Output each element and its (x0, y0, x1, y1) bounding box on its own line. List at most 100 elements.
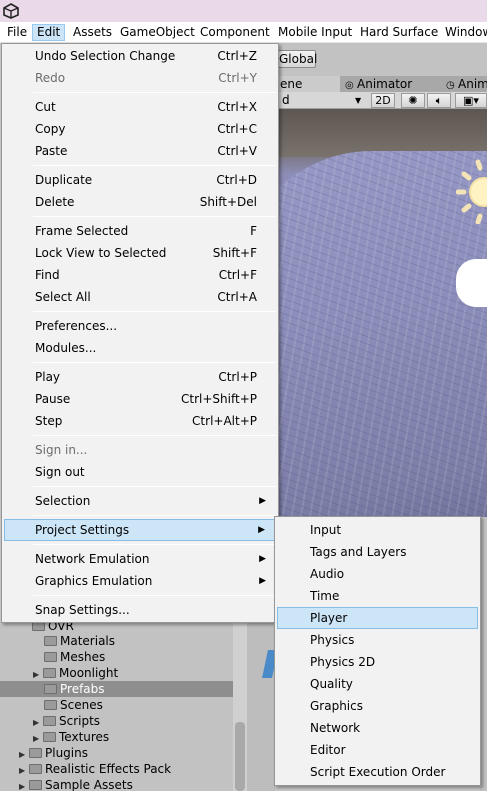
menu-item-cut[interactable]: Cut Ctrl+X (4, 96, 276, 118)
menu-gameobject[interactable]: GameObject (116, 24, 199, 41)
audio-toggle-icon[interactable]: 🔈︎ (427, 93, 451, 108)
submenu-item-player[interactable]: Player (277, 607, 478, 629)
lighting-toggle-icon[interactable]: ✺ (401, 93, 425, 108)
expand-arrow-icon[interactable]: ▶ (19, 779, 29, 791)
menu-item-duplicate[interactable]: Duplicate Ctrl+D (4, 169, 276, 191)
menu-item-redo: Redo Ctrl+Y (4, 67, 276, 89)
menu-item-selection[interactable]: Selection ▶ (4, 490, 276, 512)
submenu-item-editor[interactable]: Editor (277, 739, 478, 761)
scrollbar-thumb[interactable] (235, 722, 245, 791)
menu-hard-surface[interactable]: Hard Surface (356, 24, 442, 41)
project-settings-submenu: Input Tags and Layers Audio Time Player … (274, 516, 481, 786)
tab-animator[interactable]: ◎ Animator (345, 76, 412, 92)
menu-item-copy[interactable]: Copy Ctrl+C (4, 118, 276, 140)
menu-item-label: Undo Selection Change (35, 49, 176, 63)
menu-item-find[interactable]: Find Ctrl+F (4, 264, 276, 286)
submenu-item-physics-2d[interactable]: Physics 2D (277, 651, 478, 673)
menu-bar: File Edit Assets GameObject Component Mo… (0, 22, 487, 43)
tree-row-prefabs[interactable]: Prefabs (0, 681, 233, 697)
tree-row-textures[interactable]: ▶ Textures (33, 729, 109, 745)
menu-item-delete[interactable]: Delete Shift+Del (4, 191, 276, 213)
menu-item-play[interactable]: Play Ctrl+P (4, 366, 276, 388)
submenu-item-physics[interactable]: Physics (277, 629, 478, 651)
menu-item-label: Redo (35, 71, 66, 85)
menu-item-label: Duplicate (35, 173, 93, 187)
shading-mode-dropdown[interactable]: d (282, 93, 290, 108)
tree-row-label: Scripts (59, 714, 101, 728)
tree-row-moonlight[interactable]: ▶ Moonlight (33, 665, 118, 681)
tree-row-plugins[interactable]: ▶ Plugins (19, 745, 88, 761)
tree-row-label: Realistic Effects Pack (45, 762, 172, 776)
menu-item-label: Network Emulation (35, 552, 150, 566)
folder-icon (44, 652, 57, 662)
2d-toggle-button[interactable]: 2D (371, 93, 395, 108)
menu-item-label: Select All (35, 290, 91, 304)
menu-assets[interactable]: Assets (69, 24, 116, 41)
submenu-item-tags-and-layers[interactable]: Tags and Layers (277, 541, 478, 563)
tab-scene[interactable]: ene (278, 76, 340, 92)
menu-component[interactable]: Component (196, 24, 274, 41)
tab-animation[interactable]: ◷ Anim (446, 76, 487, 92)
menu-item-snap-settings[interactable]: Snap Settings... (4, 599, 276, 621)
menu-item-frame-selected[interactable]: Frame Selected F (4, 220, 276, 242)
tree-row-label: Prefabs (60, 682, 105, 696)
folder-icon (44, 636, 57, 646)
menu-item-shortcut: Ctrl+Shift+P (181, 392, 257, 406)
menu-item-shortcut: Ctrl+C (217, 122, 257, 136)
menu-item-project-settings[interactable]: Project Settings ▶ (4, 519, 276, 541)
tree-row-sample-assets[interactable]: ▶ Sample Assets (19, 777, 133, 791)
menu-item-pause[interactable]: Pause Ctrl+Shift+P (4, 388, 276, 410)
tree-row-label: Plugins (45, 746, 88, 760)
tree-row-realistic-effects-pack[interactable]: ▶ Realistic Effects Pack (19, 761, 171, 777)
menu-item-label: Play (35, 370, 61, 384)
tree-row-scenes[interactable]: Scenes (44, 697, 103, 713)
menu-item-shortcut: Ctrl+A (217, 290, 257, 304)
menu-item-network-emulation[interactable]: Network Emulation ▶ (4, 548, 276, 570)
menu-item-lock-view[interactable]: Lock View to Selected Shift+F (4, 242, 276, 264)
tree-row-materials[interactable]: Materials (44, 633, 115, 649)
submenu-item-input[interactable]: Input (277, 519, 478, 541)
menu-item-sign-out[interactable]: Sign out (4, 461, 276, 483)
submenu-item-audio[interactable]: Audio (277, 563, 478, 585)
menu-item-shortcut: Ctrl+X (217, 100, 257, 114)
menu-separator (33, 544, 276, 545)
menu-mobile-input[interactable]: Mobile Input (274, 24, 356, 41)
directional-light-gizmo-icon (456, 159, 487, 224)
global-toggle-button[interactable]: Global (278, 50, 317, 68)
menu-item-preferences[interactable]: Preferences... (4, 315, 276, 337)
menu-item-label: Input (310, 523, 342, 537)
menu-item-label: Sign in... (35, 443, 88, 457)
menu-item-label: Tags and Layers (310, 545, 407, 559)
menu-item-label: Network (310, 721, 361, 735)
submenu-item-graphics[interactable]: Graphics (277, 695, 478, 717)
menu-separator (33, 92, 276, 93)
panel-edge (480, 517, 487, 791)
menu-item-label: Quality (310, 677, 353, 691)
submenu-item-script-execution-order[interactable]: Script Execution Order (277, 761, 478, 783)
submenu-item-quality[interactable]: Quality (277, 673, 478, 695)
menu-item-label: Lock View to Selected (35, 246, 167, 260)
folder-icon (44, 700, 57, 710)
tree-row-scripts[interactable]: ▶ Scripts (33, 713, 100, 729)
menu-item-modules[interactable]: Modules... (4, 337, 276, 359)
scene-viewport[interactable] (278, 109, 487, 517)
menu-item-undo[interactable]: Undo Selection Change Ctrl+Z (4, 45, 276, 67)
menu-item-step[interactable]: Step Ctrl+Alt+P (4, 410, 276, 432)
tab-animator-label: Animator (357, 77, 413, 91)
submenu-arrow-icon: ▶ (259, 554, 266, 564)
menu-item-paste[interactable]: Paste Ctrl+V (4, 140, 276, 162)
menu-item-graphics-emulation[interactable]: Graphics Emulation ▶ (4, 570, 276, 592)
menu-item-select-all[interactable]: Select All Ctrl+A (4, 286, 276, 308)
menu-window[interactable]: Window (441, 24, 487, 41)
menu-edit[interactable]: Edit (32, 24, 66, 41)
title-bar (0, 0, 487, 22)
effects-dropdown-icon[interactable]: ▣▾ (455, 93, 487, 108)
menu-item-label: Cut (35, 100, 56, 114)
menu-item-label: Copy (35, 122, 66, 136)
tree-row-meshes[interactable]: Meshes (44, 649, 105, 665)
submenu-item-network[interactable]: Network (277, 717, 478, 739)
menu-file[interactable]: File (3, 24, 31, 41)
submenu-item-time[interactable]: Time (277, 585, 478, 607)
project-scrollbar[interactable] (233, 622, 247, 791)
menu-item-label: Audio (310, 567, 345, 581)
